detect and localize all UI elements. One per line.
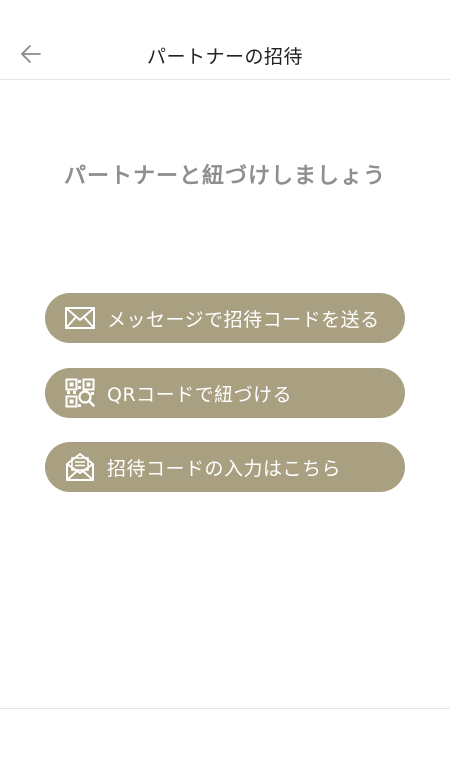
qr-code-link-label: QRコードで紐づける — [107, 383, 293, 406]
open-envelope-icon — [63, 450, 97, 484]
qr-code-icon — [63, 376, 97, 410]
enter-invite-code-label: 招待コードの入力はこちら — [107, 457, 342, 480]
headline: パートナーと紐づけしましょう — [63, 164, 386, 189]
enter-invite-code-button[interactable]: 招待コードの入力はこちら — [45, 442, 405, 492]
page-title: パートナーの招待 — [146, 46, 303, 68]
footer-divider — [0, 708, 450, 709]
send-invite-code-message-button[interactable]: メッセージで招待コードを送る — [45, 293, 405, 343]
send-invite-code-message-label: メッセージで招待コードを送る — [107, 308, 380, 331]
qr-code-link-button[interactable]: QRコードで紐づける — [45, 368, 405, 418]
app-header: パートナーの招待 — [0, 0, 450, 80]
envelope-icon — [63, 301, 97, 335]
